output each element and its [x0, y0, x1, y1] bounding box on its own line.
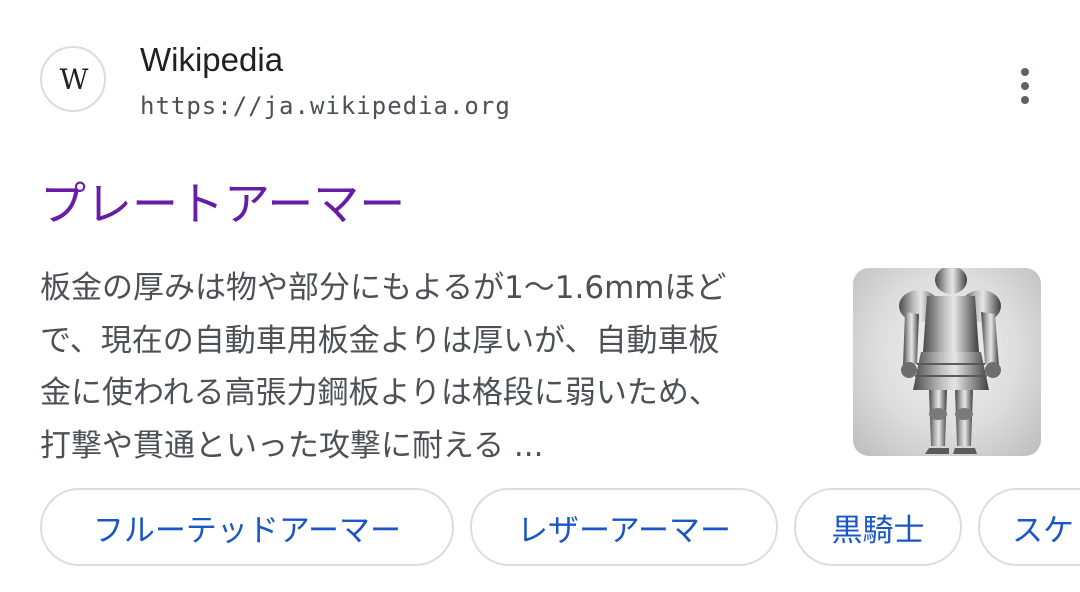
site-url[interactable]: https://ja.wikipedia.org [140, 88, 511, 124]
plate-armor-thumbnail[interactable] [853, 268, 1041, 456]
snippet-line: で、現在の自動車用板金よりは厚いが、自動車板 [40, 322, 720, 359]
result-snippet: 板金の厚みは物や部分にもよるが1〜1.6mmほど で、現在の自動車用板金よりは厚… [40, 262, 830, 472]
site-name[interactable]: Wikipedia [140, 38, 283, 82]
result-source-header[interactable]: W Wikipedia https://ja.wikipedia.org [0, 0, 1080, 140]
chip-label: フルーテッドアーマー [92, 512, 402, 549]
chip-label: レザーアーマー [517, 512, 731, 549]
more-vert-icon-dot [1021, 96, 1029, 104]
snippet-line: 板金の厚みは物や部分にもよるが1〜1.6mmほど [40, 270, 727, 306]
more-vert-icon-dot [1021, 82, 1029, 90]
favicon-letter: W [59, 62, 89, 96]
wikipedia-favicon-icon: W [40, 46, 106, 112]
more-options-button[interactable] [1000, 58, 1050, 114]
chip-label: 黒騎士 [831, 512, 925, 549]
chip-label: スケ [1012, 512, 1074, 549]
snippet-line: 打撃や貫通といった攻撃に耐える ... [40, 427, 544, 464]
chip-scale-armor[interactable]: スケ [978, 488, 1080, 566]
related-searches-chips: フルーテッドアーマー レザーアーマー 黒騎士 スケ [40, 488, 1080, 568]
chip-leather-armor[interactable]: レザーアーマー [470, 488, 778, 566]
result-title-link[interactable]: プレートアーマー [40, 172, 405, 236]
more-vert-icon-dot [1021, 68, 1029, 76]
snippet-line: 金に使われる高張力鋼板よりは格段に弱いため、 [40, 375, 720, 411]
chip-fluted-armor[interactable]: フルーテッドアーマー [40, 488, 454, 566]
plate-armor-image [899, 268, 1001, 454]
chip-black-knight[interactable]: 黒騎士 [794, 488, 962, 566]
